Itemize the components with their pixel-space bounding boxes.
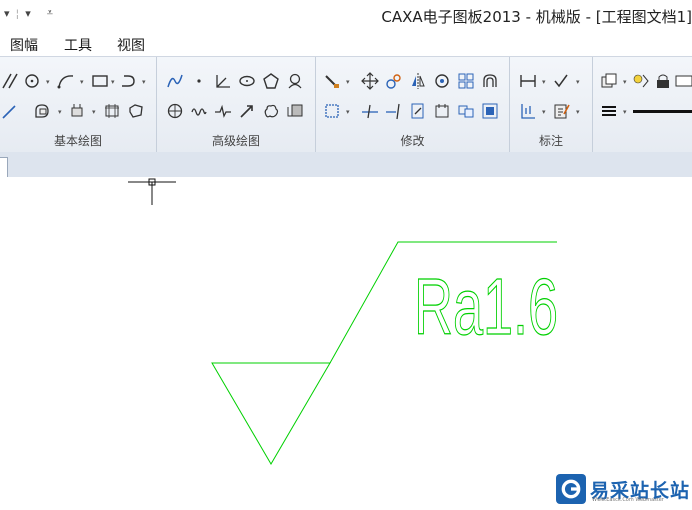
dropdown-arrow-icon[interactable]: ▾ <box>623 109 629 116</box>
break-line-icon[interactable] <box>213 101 233 121</box>
user-shape-icon[interactable] <box>285 71 305 91</box>
layer-state-icon[interactable] <box>631 71 651 91</box>
break-icon[interactable] <box>432 101 452 121</box>
raster-icon[interactable] <box>285 101 305 121</box>
dropdown-arrow-icon[interactable]: ▾ <box>346 79 352 86</box>
group-label-annotation: 标注 <box>538 134 563 148</box>
menu-bar: 图幅 工具 视图 <box>0 32 692 56</box>
copy-icon[interactable] <box>384 71 404 91</box>
extend-icon[interactable] <box>384 101 404 121</box>
array-icon[interactable] <box>456 71 476 91</box>
dropdown-arrow-icon[interactable]: ▾ <box>576 109 582 116</box>
arc-icon[interactable] <box>56 71 76 91</box>
quick-access-toolbar: ▾ ¦ ▾ ⩡ <box>4 6 53 20</box>
offset-icon[interactable] <box>480 71 500 91</box>
title-bar: ▾ ¦ ▾ ⩡ CAXA电子图板2013 - 机械版 - [工程图文档1] <box>0 0 692 32</box>
eraser-icon[interactable] <box>322 71 342 91</box>
mirror-icon[interactable] <box>408 71 428 91</box>
roughness-icon[interactable] <box>552 71 572 91</box>
scale-icon[interactable] <box>480 101 500 121</box>
dropdown-arrow-icon[interactable]: ▾ <box>346 109 352 116</box>
ellipse-icon[interactable] <box>237 71 257 91</box>
wheel-icon[interactable] <box>165 101 185 121</box>
coordinate-icon[interactable] <box>518 101 538 121</box>
watermark-logo-icon <box>556 474 586 504</box>
text-edit-icon[interactable] <box>552 101 572 121</box>
document-tab[interactable] <box>0 157 8 177</box>
spline-icon[interactable] <box>126 101 146 121</box>
hatch-icon[interactable] <box>32 101 52 121</box>
group-label-modify: 修改 <box>400 134 425 148</box>
polyline-icon[interactable] <box>118 71 138 91</box>
crosshair-cursor-icon <box>128 178 176 205</box>
ribbon-group-basic-draw: ▾ ▾ ▾ ▾ ▾ ▾ 基本绘图 <box>0 57 157 153</box>
watermark: 易采站长站 Www.Easck.Com Webmaster <box>556 472 692 506</box>
roughness-triangle <box>211 362 331 465</box>
arrow-icon[interactable] <box>237 101 257 121</box>
dimension-icon[interactable] <box>518 71 538 91</box>
wave-line-icon[interactable] <box>189 101 209 121</box>
qat-dropdown-icon[interactable]: ▾ <box>4 7 10 20</box>
qat-customize-icon[interactable]: ⩡ <box>47 6 53 20</box>
tab-tools[interactable]: 工具 <box>64 35 92 55</box>
layer-lock-icon[interactable] <box>653 71 673 91</box>
move-icon[interactable] <box>360 71 380 91</box>
dropdown-arrow-icon[interactable]: ▾ <box>80 79 86 86</box>
dropdown-arrow-icon[interactable]: ▾ <box>111 79 117 86</box>
dropdown-arrow-icon[interactable]: ▾ <box>58 109 64 116</box>
line-weight-icon[interactable] <box>599 101 619 121</box>
polygon-icon[interactable] <box>261 71 281 91</box>
angle-line-icon[interactable] <box>213 71 233 91</box>
dropdown-arrow-icon[interactable]: ▾ <box>542 79 548 86</box>
document-tab-strip <box>0 152 692 178</box>
circle-icon[interactable] <box>22 71 42 91</box>
select-box-icon[interactable] <box>322 101 342 121</box>
window-title: CAXA电子图板2013 - 机械版 - [工程图文档1] <box>381 8 692 26</box>
explode-icon[interactable] <box>456 101 476 121</box>
drawing-svg: Ra1.6 <box>128 178 559 465</box>
ribbon: ▾ ▾ ▾ ▾ ▾ ▾ 基本绘图 高级绘图 ▾ ▾ 修改 ▾ ▾ ▾ ▾ 标注 … <box>0 56 692 154</box>
layer-list-icon[interactable] <box>673 71 692 91</box>
parallel-line-icon[interactable] <box>0 71 20 91</box>
trim-icon[interactable] <box>360 101 380 121</box>
curve-icon[interactable] <box>165 71 185 91</box>
dropdown-arrow-icon[interactable]: ▾ <box>542 109 548 116</box>
block-icon[interactable] <box>102 101 122 121</box>
watermark-subtext: Www.Easck.Com Webmaster <box>592 497 664 503</box>
roughness-value-text: Ra1.6 <box>414 262 558 351</box>
qat-arrow-icon[interactable]: ▾ <box>25 7 31 20</box>
tab-sheet[interactable]: 图幅 <box>10 35 38 55</box>
group-label-advanced-draw: 高级绘图 <box>211 134 260 148</box>
dropdown-arrow-icon[interactable]: ▾ <box>92 109 98 116</box>
drawing-canvas[interactable]: Ra1.6 <box>0 177 692 506</box>
dropdown-arrow-icon[interactable]: ▾ <box>46 79 52 86</box>
centerline-icon[interactable] <box>68 101 88 121</box>
line-weight-preview[interactable] <box>633 110 692 113</box>
line-icon[interactable] <box>0 101 20 121</box>
rectangle-icon[interactable] <box>90 71 110 91</box>
dropdown-arrow-icon[interactable]: ▾ <box>576 79 582 86</box>
tab-view[interactable]: 视图 <box>117 35 145 55</box>
dropdown-arrow-icon[interactable]: ▾ <box>623 79 629 86</box>
ribbon-group-modify: ▾ ▾ 修改 <box>316 57 510 153</box>
layer-properties-icon[interactable] <box>599 71 619 91</box>
point-icon[interactable] <box>189 71 209 91</box>
cloud-line-icon[interactable] <box>261 101 281 121</box>
rotate-icon[interactable] <box>432 71 452 91</box>
group-label-basic-draw: 基本绘图 <box>53 134 102 148</box>
ribbon-group-properties: ▾ ▾ <box>593 57 692 153</box>
stretch-icon[interactable] <box>408 101 428 121</box>
qat-separator-icon: ¦ <box>15 6 20 20</box>
ribbon-group-annotation: ▾ ▾ ▾ ▾ 标注 <box>510 57 593 153</box>
dropdown-arrow-icon[interactable]: ▾ <box>142 79 148 86</box>
ribbon-group-advanced-draw: 高级绘图 <box>157 57 316 153</box>
